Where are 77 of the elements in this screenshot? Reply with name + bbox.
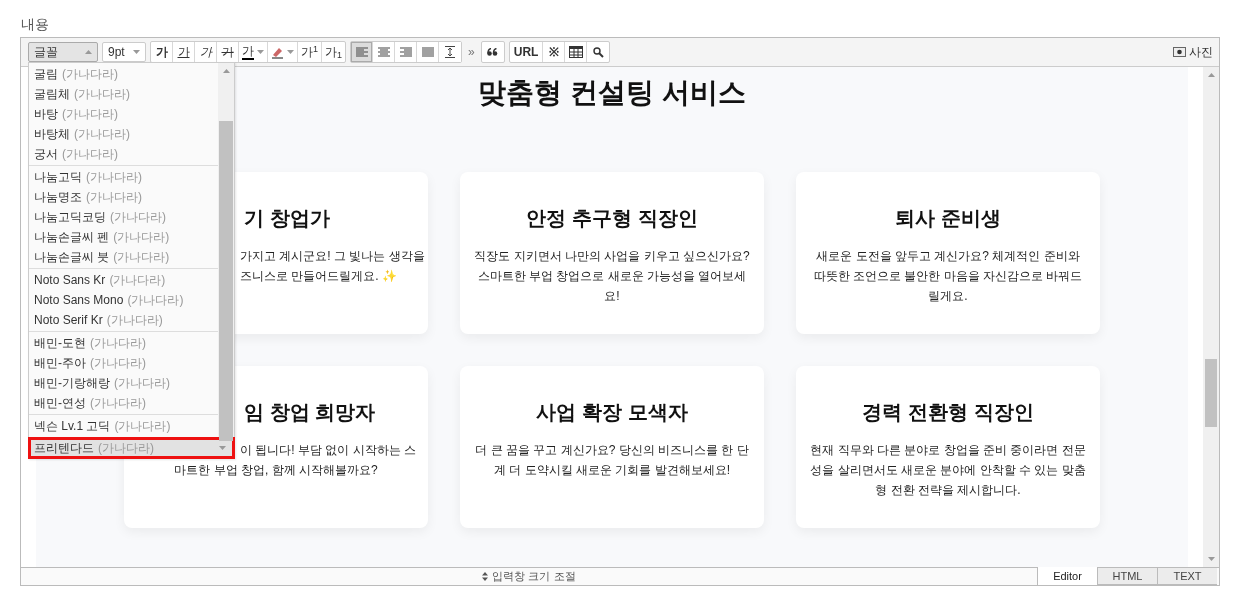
size-select[interactable]: 9pt: [102, 42, 146, 62]
caret-icon: [257, 50, 264, 54]
card-text: 요!: [604, 288, 620, 305]
mode-tab[interactable]: TEXT: [1157, 568, 1217, 585]
resize-handle[interactable]: 입력창 크기 조절: [21, 568, 1037, 585]
font-option[interactable]: Noto Serif Kr (가나다라): [29, 310, 218, 330]
font-option[interactable]: 바탕체 (가나다라): [29, 124, 218, 144]
card-text: 가지고 계시군요! 그 빛나는 생각을: [240, 248, 425, 265]
font-option[interactable]: Noto Sans Mono (가나다라): [29, 290, 218, 310]
resize-icon: [482, 572, 489, 581]
card-text: 즈니스로 만들어드릴게요. ✨: [240, 268, 397, 285]
card-title: 임 창업 희망자: [244, 400, 376, 425]
font-option[interactable]: 굴림체 (가나다라): [29, 84, 218, 104]
photo-button[interactable]: 사진: [1173, 43, 1213, 61]
caret-icon: [222, 69, 230, 73]
card-text: 더 큰 꿈을 꾸고 계신가요? 당신의 비즈니스를 한 단: [475, 442, 749, 459]
font-option[interactable]: 굴림 (가나다라): [29, 64, 218, 84]
font-option[interactable]: 배민-주아 (가나다라): [29, 353, 218, 373]
font-option[interactable]: 배민-도현 (가나다라): [29, 333, 218, 353]
script-button[interactable]: 가$_{1}$: [322, 42, 346, 62]
card-title: 안정 추구형 직장인: [526, 206, 698, 231]
font-select[interactable]: 글꼴: [28, 42, 98, 62]
table-icon: [568, 46, 583, 58]
font-option[interactable]: Noto Sans Kr (가나다라): [29, 270, 218, 290]
line-spacing-icon: [444, 46, 457, 58]
quote-icon: [487, 48, 499, 56]
font-option[interactable]: 나눔고딕 (가나다라): [29, 167, 218, 187]
card-title: 기 창업가: [244, 206, 330, 231]
scrollbar-thumb[interactable]: [1205, 359, 1217, 427]
card-text: 마트한 부업 창업, 함께 시작해볼까요?: [174, 462, 378, 479]
card-text: 성을 살리면서도 새로운 분야에 안착할 수 있는 맞춤: [810, 462, 1086, 479]
align-left-icon: [355, 46, 368, 58]
card-text: 릴게요.: [928, 288, 968, 305]
align-right-icon: [399, 46, 412, 58]
caret-icon: [219, 446, 226, 450]
card-title: 사업 확장 모색자: [536, 400, 688, 425]
highlighter-icon: [271, 45, 284, 59]
search-icon: [592, 46, 604, 58]
card-text: 스마트한 부업 창업으로 새로운 가능성을 열어보세: [477, 268, 747, 285]
script-button[interactable]: 가$^{1}$: [298, 42, 322, 62]
font-option[interactable]: 나눔손글씨 펜 (가나다라): [29, 227, 218, 247]
caret-icon: [85, 50, 92, 54]
more-button[interactable]: »: [466, 43, 477, 61]
font-option[interactable]: 나눔손글씨 붓 (가나다라): [29, 247, 218, 267]
font-option[interactable]: 프리텐다드 (가나다라): [29, 438, 234, 458]
scrollbar[interactable]: [1203, 67, 1219, 567]
camera-icon: [1173, 47, 1186, 57]
card-text: 현재 직무와 다른 분야로 창업을 준비 중이라면 전문: [810, 442, 1086, 459]
field-label: 내용: [21, 15, 50, 34]
card-title: 퇴사 준비생: [895, 206, 1001, 231]
card-text: 형 전환 전략을 제시합니다.: [875, 482, 1021, 499]
font-option[interactable]: 바탕 (가나다라): [29, 104, 218, 124]
insert-button[interactable]: URL: [509, 42, 544, 62]
menu-scrollbar-thumb[interactable]: [219, 121, 233, 441]
font-option[interactable]: 나눔명조 (가나다라): [29, 187, 218, 207]
text-color-button[interactable]: 가: [239, 42, 268, 62]
caret-icon: [133, 50, 140, 54]
card-text: 직장도 지키면서 나만의 사업을 키우고 싶으신가요?: [474, 248, 750, 265]
card-text: 새로운 도전을 앞두고 계신가요? 체계적인 준비와: [816, 248, 1080, 265]
caret-icon: [1207, 557, 1215, 561]
mode-tab[interactable]: HTML: [1097, 568, 1157, 585]
font-option[interactable]: 배민-기랑해랑 (가나다라): [29, 373, 218, 393]
font-option[interactable]: 궁서 (가나다라): [29, 144, 218, 164]
font-option[interactable]: 배민-연성 (가나다라): [29, 393, 218, 413]
card-title: 경력 전환형 직장인: [862, 400, 1034, 425]
font-option[interactable]: 넥슨 Lv.1 고딕 (가나다라): [29, 416, 218, 436]
card-text: 계 더 도약시킬 새로운 기회를 발견해보세요!: [494, 462, 730, 479]
align-center-icon: [377, 46, 390, 58]
mode-tab[interactable]: Editor: [1037, 567, 1097, 585]
insert-button[interactable]: ※: [543, 42, 566, 62]
align-justify-icon: [421, 46, 434, 58]
document-heading: 맞춤형 컨설팅 서비스: [478, 76, 746, 110]
caret-icon: [1207, 73, 1215, 77]
caret-icon: [287, 50, 294, 54]
font-option[interactable]: 나눔고딕코딩 (가나다라): [29, 207, 218, 227]
card-text: 이 됩니다! 부담 없이 시작하는 스: [240, 442, 416, 459]
card-text: 따뜻한 조언으로 불안한 마음을 자신감으로 바꿔드: [813, 268, 1083, 285]
